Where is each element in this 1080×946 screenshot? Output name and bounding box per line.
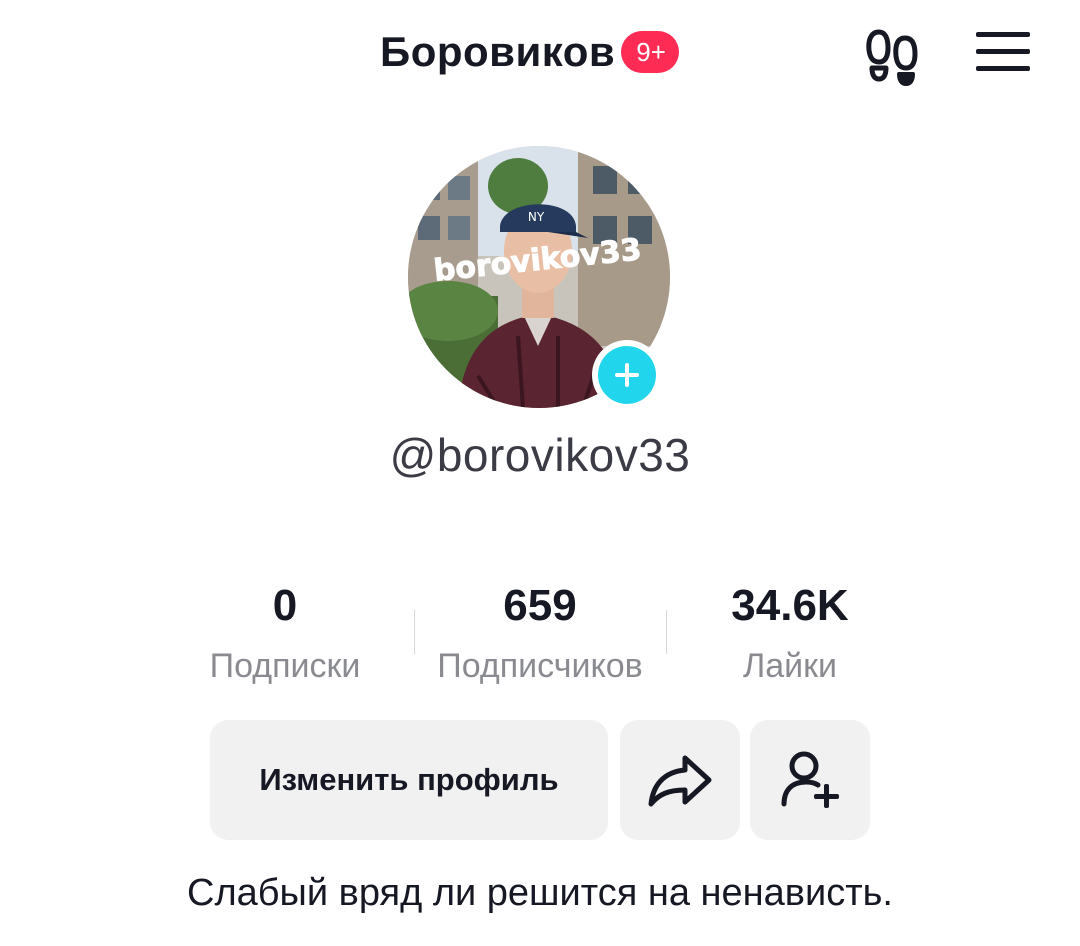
- share-arrow-icon: [648, 755, 712, 807]
- title-group[interactable]: Боровиков 9+: [380, 22, 679, 82]
- avatar-container: NY borovikov33: [408, 146, 670, 410]
- stat-value: 34.6K: [731, 581, 849, 630]
- stat-label: Подписки: [209, 647, 361, 685]
- add-friend-icon: [781, 751, 839, 808]
- profile-bio: Слабый вряд ли решится на ненависть.: [187, 872, 893, 914]
- profile-header: Боровиков 9+: [0, 0, 1080, 110]
- stat-followers[interactable]: 659 Подписчиков: [415, 580, 665, 686]
- username[interactable]: @borovikov33: [0, 428, 1080, 482]
- plus-icon: [615, 363, 639, 387]
- footprints-button[interactable]: [860, 22, 926, 88]
- footprints-icon: [866, 29, 918, 86]
- profile-actions: Изменить профиль: [210, 720, 870, 840]
- add-friend-button[interactable]: [750, 720, 870, 840]
- stat-label: Подписчиков: [437, 647, 643, 685]
- hamburger-menu-icon: [976, 32, 1030, 71]
- stat-value: 0: [272, 581, 298, 630]
- stat-following[interactable]: 0 Подписки: [160, 580, 410, 686]
- stat-likes[interactable]: 34.6K Лайки: [665, 580, 915, 686]
- stat-value: 659: [503, 581, 577, 630]
- svg-text:NY: NY: [528, 210, 545, 224]
- notification-badge: 9+: [621, 31, 679, 73]
- stats-row: 0 Подписки 659 Подписчиков 34.6K Лайки: [160, 580, 920, 690]
- add-avatar-circle: [598, 346, 656, 404]
- edit-profile-button[interactable]: Изменить профиль: [210, 720, 608, 840]
- menu-button[interactable]: [968, 22, 1038, 82]
- share-profile-button[interactable]: [620, 720, 740, 840]
- page-title[interactable]: Боровиков: [380, 28, 615, 76]
- add-avatar-button[interactable]: [592, 340, 662, 410]
- stat-label: Лайки: [742, 647, 838, 685]
